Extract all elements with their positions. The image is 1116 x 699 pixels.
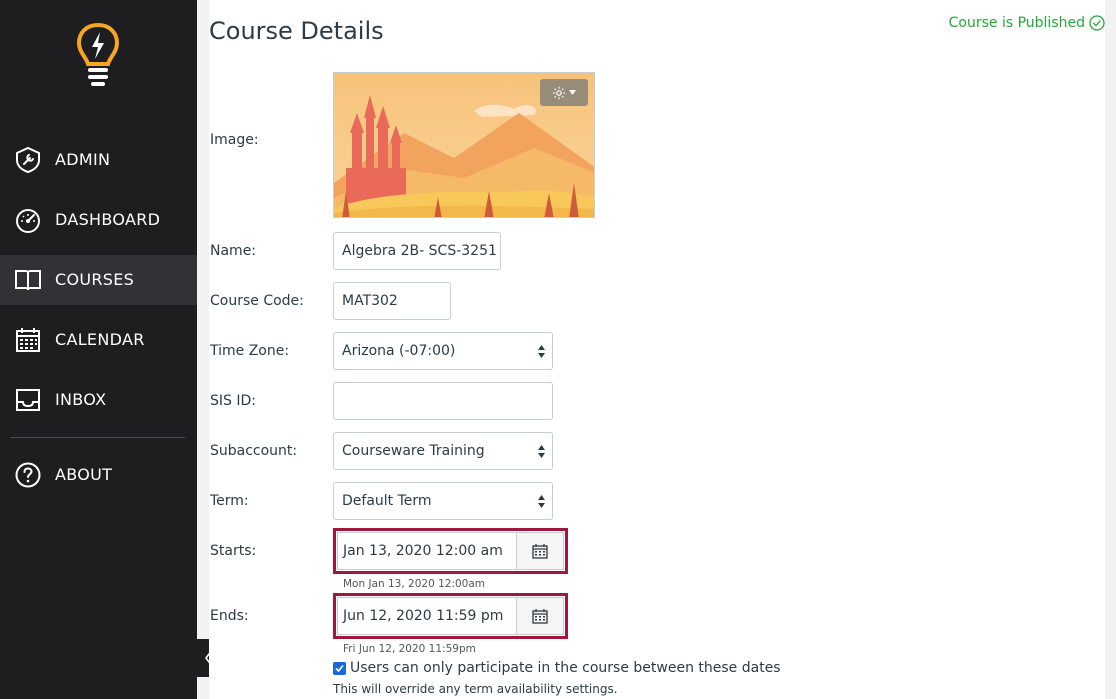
end-date-calendar-button[interactable] bbox=[516, 597, 564, 635]
select-arrows-icon bbox=[538, 345, 545, 358]
term-value: Default Term bbox=[342, 493, 432, 509]
time-zone-label: Time Zone: bbox=[210, 343, 290, 359]
global-nav-sidebar: ADMIN DASHBOARD COURSES CALENDAR INBOX A… bbox=[0, 0, 197, 699]
participation-dates-row: Users can only participate in the course… bbox=[333, 660, 781, 676]
sidebar-item-courses[interactable]: COURSES bbox=[0, 255, 197, 305]
calendar-icon bbox=[16, 328, 40, 352]
sidebar-item-label: CALENDAR bbox=[55, 330, 145, 349]
start-date-calendar-button[interactable] bbox=[516, 532, 564, 570]
course-code-label: Course Code: bbox=[210, 293, 304, 309]
subaccount-value: Courseware Training bbox=[342, 443, 485, 459]
checkmark-icon bbox=[335, 664, 344, 672]
check-circle-icon bbox=[1089, 15, 1105, 31]
subaccount-select[interactable]: Courseware Training bbox=[333, 432, 553, 470]
published-status: Course is Published bbox=[949, 15, 1105, 31]
starts-label: Starts: bbox=[210, 543, 257, 559]
term-select[interactable]: Default Term bbox=[333, 482, 553, 520]
start-date-input[interactable]: Jan 13, 2020 12:00 am bbox=[337, 532, 516, 570]
shield-wrench-icon bbox=[16, 146, 40, 174]
gear-icon bbox=[552, 86, 566, 99]
sidebar-item-label: DASHBOARD bbox=[55, 210, 161, 229]
open-book-icon bbox=[15, 270, 41, 291]
sidebar-item-label: COURSES bbox=[55, 270, 135, 289]
course-code-input[interactable]: MAT302 bbox=[333, 282, 451, 320]
sidebar-item-about[interactable]: ABOUT bbox=[0, 450, 197, 500]
calendar-icon bbox=[532, 609, 548, 624]
ends-label: Ends: bbox=[210, 608, 249, 624]
time-zone-value: Arizona (-07:00) bbox=[342, 343, 456, 359]
sis-id-input[interactable] bbox=[333, 382, 553, 420]
speedometer-icon bbox=[16, 209, 40, 233]
select-arrows-icon bbox=[538, 495, 545, 508]
course-details-panel: Course Details Course is Published Image… bbox=[209, 0, 1105, 699]
sidebar-item-inbox[interactable]: INBOX bbox=[0, 375, 197, 425]
time-zone-select[interactable]: Arizona (-07:00) bbox=[333, 332, 553, 370]
caret-down-icon bbox=[569, 90, 576, 95]
sidebar-item-dashboard[interactable]: DASHBOARD bbox=[0, 195, 197, 245]
start-date-hint: Mon Jan 13, 2020 12:00am bbox=[343, 578, 486, 590]
image-settings-button[interactable] bbox=[540, 79, 588, 106]
sidebar-item-label: INBOX bbox=[55, 390, 107, 409]
participation-dates-note: This will override any term availability… bbox=[333, 682, 618, 696]
end-date-input[interactable]: Jun 12, 2020 11:59 pm bbox=[337, 597, 516, 635]
sidebar-divider bbox=[10, 437, 185, 438]
calendar-icon bbox=[532, 544, 548, 559]
select-arrows-icon bbox=[538, 445, 545, 458]
published-status-label: Course is Published bbox=[948, 15, 1085, 31]
sidebar-item-admin[interactable]: ADMIN bbox=[0, 135, 197, 185]
start-date-highlight: Jan 13, 2020 12:00 am bbox=[333, 528, 568, 574]
subaccount-label: Subaccount: bbox=[210, 443, 298, 459]
sidebar-item-label: ADMIN bbox=[55, 150, 111, 169]
participation-dates-checkbox[interactable] bbox=[333, 661, 346, 675]
end-date-highlight: Jun 12, 2020 11:59 pm bbox=[333, 593, 568, 639]
participation-dates-label[interactable]: Users can only participate in the course… bbox=[350, 660, 781, 676]
name-label: Name: bbox=[210, 243, 257, 259]
inbox-icon bbox=[16, 389, 40, 411]
lightbulb-logo-icon[interactable] bbox=[76, 22, 120, 90]
sidebar-item-label: ABOUT bbox=[55, 465, 113, 484]
end-date-hint: Fri Jun 12, 2020 11:59pm bbox=[343, 643, 476, 655]
term-label: Term: bbox=[210, 493, 249, 509]
sis-id-label: SIS ID: bbox=[210, 393, 256, 409]
course-name-input[interactable]: Algebra 2B- SCS-3251 bbox=[333, 232, 501, 270]
sidebar-item-calendar[interactable]: CALENDAR bbox=[0, 315, 197, 365]
page-title: Course Details bbox=[209, 17, 384, 45]
question-circle-icon bbox=[15, 462, 41, 488]
image-label: Image: bbox=[210, 132, 259, 148]
course-image[interactable] bbox=[333, 72, 595, 218]
